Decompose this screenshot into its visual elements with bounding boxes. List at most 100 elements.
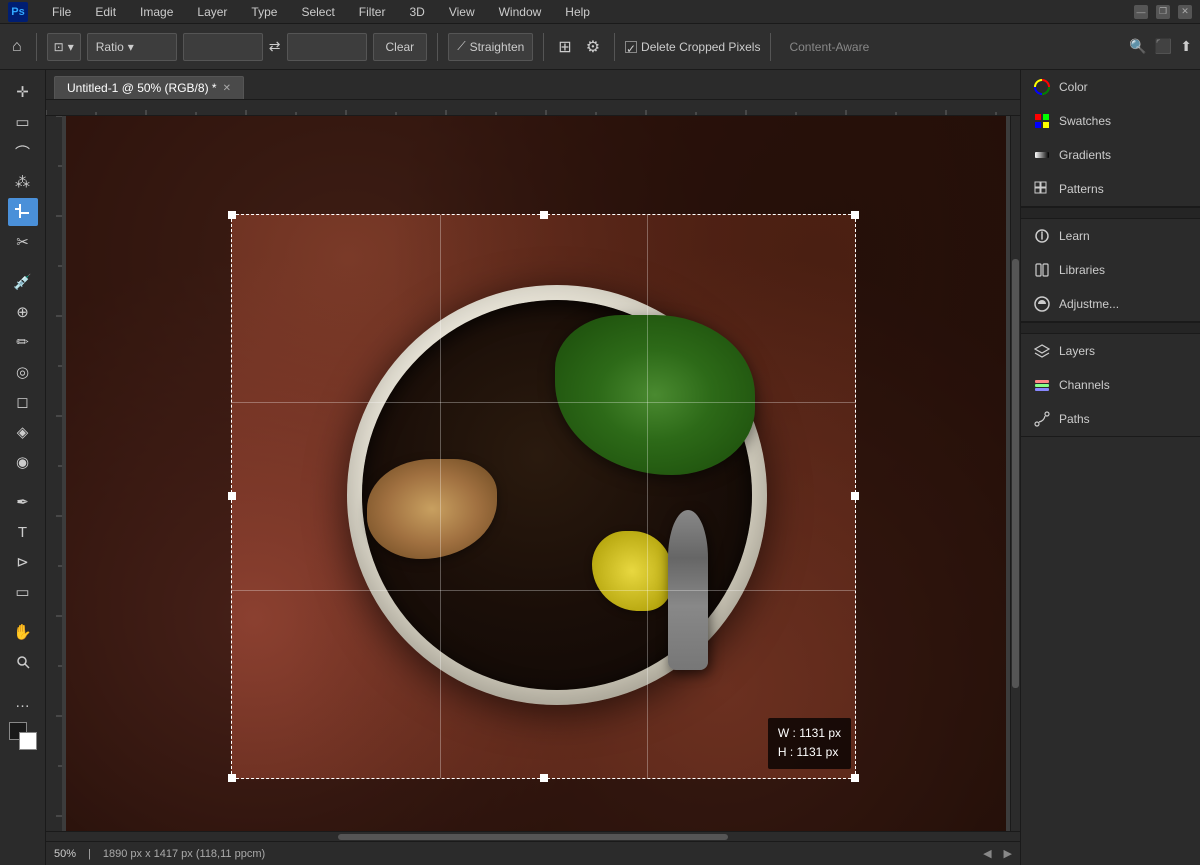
crop-handle-bottom-right[interactable] <box>851 774 859 782</box>
menu-file[interactable]: File <box>48 3 75 21</box>
adjustments-icon <box>1033 295 1051 313</box>
ratio-dropdown[interactable]: Ratio ▾ <box>87 33 177 61</box>
crop-tool-select[interactable]: ⊡ ▾ <box>47 33 81 61</box>
scroll-arrow-right[interactable]: ▶ <box>1004 847 1012 860</box>
zoom-tool[interactable] <box>8 648 38 676</box>
panel-item-learn[interactable]: Learn <box>1021 219 1200 253</box>
more-tools[interactable]: … <box>8 688 38 716</box>
crop-tool[interactable] <box>8 198 38 226</box>
zoom-level: 50% <box>54 848 76 860</box>
crop-overlay: W : 1131 px H : 1131 px <box>66 116 1006 831</box>
canvas-scroll[interactable]: W : 1131 px H : 1131 px <box>62 116 1010 831</box>
menu-select[interactable]: Select <box>297 3 338 21</box>
menu-layer[interactable]: Layer <box>193 3 231 21</box>
panel-item-swatches[interactable]: Swatches <box>1021 104 1200 138</box>
crop-shadow-top <box>66 116 1006 214</box>
search-button[interactable]: 🔍 <box>1129 38 1146 55</box>
panel-item-layers[interactable]: Layers <box>1021 334 1200 368</box>
tab-close-button[interactable]: ✕ <box>223 83 231 94</box>
restore-button[interactable]: ❐ <box>1156 5 1170 19</box>
move-tool[interactable]: ✛ <box>8 78 38 106</box>
libraries-icon <box>1033 261 1051 279</box>
crop-box[interactable] <box>231 214 856 779</box>
panel-item-libraries[interactable]: Libraries <box>1021 253 1200 287</box>
eyedropper-tool[interactable]: 💉 <box>8 268 38 296</box>
crop-handle-top-left[interactable] <box>228 211 236 219</box>
ruler-horizontal <box>46 100 1020 116</box>
swap-button[interactable]: ⇄ <box>269 38 281 55</box>
panel-item-color[interactable]: Color <box>1021 70 1200 104</box>
toolbar-separator-1 <box>36 33 37 61</box>
menu-image[interactable]: Image <box>136 3 177 21</box>
panel-item-channels[interactable]: Channels <box>1021 368 1200 402</box>
hand-tool[interactable]: ✋ <box>8 618 38 646</box>
menu-window[interactable]: Window <box>495 3 546 21</box>
brush-tool[interactable]: ✏ <box>8 328 38 356</box>
expand-button[interactable]: ⬛ <box>1155 38 1172 55</box>
selection-tool[interactable]: ▭ <box>8 108 38 136</box>
menu-edit[interactable]: Edit <box>91 3 120 21</box>
crop-handle-top-middle[interactable] <box>540 211 548 219</box>
crop-handle-bottom-middle[interactable] <box>540 774 548 782</box>
scrollbar-horizontal[interactable] <box>46 831 1020 841</box>
magic-wand-tool[interactable]: ⁂ <box>8 168 38 196</box>
toolbar: ⌂ ⊡ ▾ Ratio ▾ ⇄ Clear ⟋ Straighten ⊞ ⚙ ✓… <box>0 24 1200 70</box>
minimize-button[interactable]: — <box>1134 5 1148 19</box>
panel-item-adjustments[interactable]: Adjustme... <box>1021 287 1200 321</box>
slice-tool[interactable]: ✂ <box>8 228 38 256</box>
crop-handle-bottom-left[interactable] <box>228 774 236 782</box>
foreground-background-colors[interactable] <box>9 722 37 750</box>
pen-tool[interactable]: ✒ <box>8 488 38 516</box>
panel-item-gradients[interactable]: Gradients <box>1021 138 1200 172</box>
panel-item-patterns[interactable]: Patterns <box>1021 172 1200 206</box>
shape-tool[interactable]: ▭ <box>8 578 38 606</box>
width-input[interactable] <box>183 33 263 61</box>
share-button[interactable]: ⬆ <box>1180 38 1192 55</box>
text-tool[interactable]: T <box>8 518 38 546</box>
crop-grid-h1 <box>232 402 855 403</box>
crop-shadow-left <box>66 214 231 832</box>
main-area: ✛ ▭ ⌒ ⁂ ✂ 💉 ⊕ ✏ ◎ ◻ ◈ ◉ ✒ T ⊳ ▭ ✋ … <box>0 70 1200 865</box>
clone-tool[interactable]: ◎ <box>8 358 38 386</box>
menu-view[interactable]: View <box>445 3 479 21</box>
eraser-tool[interactable]: ◻ <box>8 388 38 416</box>
document-tab[interactable]: Untitled-1 @ 50% (RGB/8) * ✕ <box>54 76 244 99</box>
height-input[interactable] <box>287 33 367 61</box>
delete-cropped-option[interactable]: ✓ Delete Cropped Pixels <box>625 40 760 54</box>
healing-tool[interactable]: ⊕ <box>8 298 38 326</box>
home-button[interactable]: ⌂ <box>8 34 26 60</box>
delete-cropped-checkbox[interactable]: ✓ <box>625 41 637 53</box>
panel-divider-2 <box>1021 322 1200 334</box>
scrollbar-thumb-horizontal[interactable] <box>338 834 728 840</box>
lasso-tool[interactable]: ⌒ <box>8 138 38 166</box>
menu-type[interactable]: Type <box>247 3 281 21</box>
right-panel: Color Swatches Gradients Patterns <box>1020 70 1200 865</box>
crop-handle-middle-right[interactable] <box>851 492 859 500</box>
app-icon: Ps <box>8 2 28 22</box>
menu-help[interactable]: Help <box>561 3 594 21</box>
crop-handle-top-right[interactable] <box>851 211 859 219</box>
scroll-arrow-left[interactable]: ◀ <box>983 847 991 860</box>
panel-item-paths[interactable]: Paths <box>1021 402 1200 436</box>
blur-tool[interactable]: ◉ <box>8 448 38 476</box>
scrollbar-thumb-vertical[interactable] <box>1012 259 1019 688</box>
clear-button[interactable]: Clear <box>373 33 428 61</box>
swatches-icon <box>1033 112 1051 130</box>
dimension-tooltip: W : 1131 px H : 1131 px <box>768 718 851 768</box>
menu-bar: Ps File Edit Image Layer Type Select Fil… <box>0 0 1200 24</box>
gear-button[interactable]: ⚙ <box>582 33 604 61</box>
path-select-tool[interactable]: ⊳ <box>8 548 38 576</box>
swatches-label: Swatches <box>1059 114 1111 128</box>
gradient-tool[interactable]: ◈ <box>8 418 38 446</box>
crop-shadow-bottom <box>231 779 856 832</box>
menu-filter[interactable]: Filter <box>355 3 390 21</box>
crop-handle-middle-left[interactable] <box>228 492 236 500</box>
grid-button[interactable]: ⊞ <box>554 33 575 61</box>
straighten-button[interactable]: ⟋ Straighten <box>448 33 533 61</box>
gradients-label: Gradients <box>1059 148 1111 162</box>
close-button[interactable]: ✕ <box>1178 5 1192 19</box>
scrollbar-vertical[interactable] <box>1010 116 1020 831</box>
crop-grid-v1 <box>440 215 441 778</box>
layers-icon <box>1033 342 1051 360</box>
menu-3d[interactable]: 3D <box>405 3 428 21</box>
